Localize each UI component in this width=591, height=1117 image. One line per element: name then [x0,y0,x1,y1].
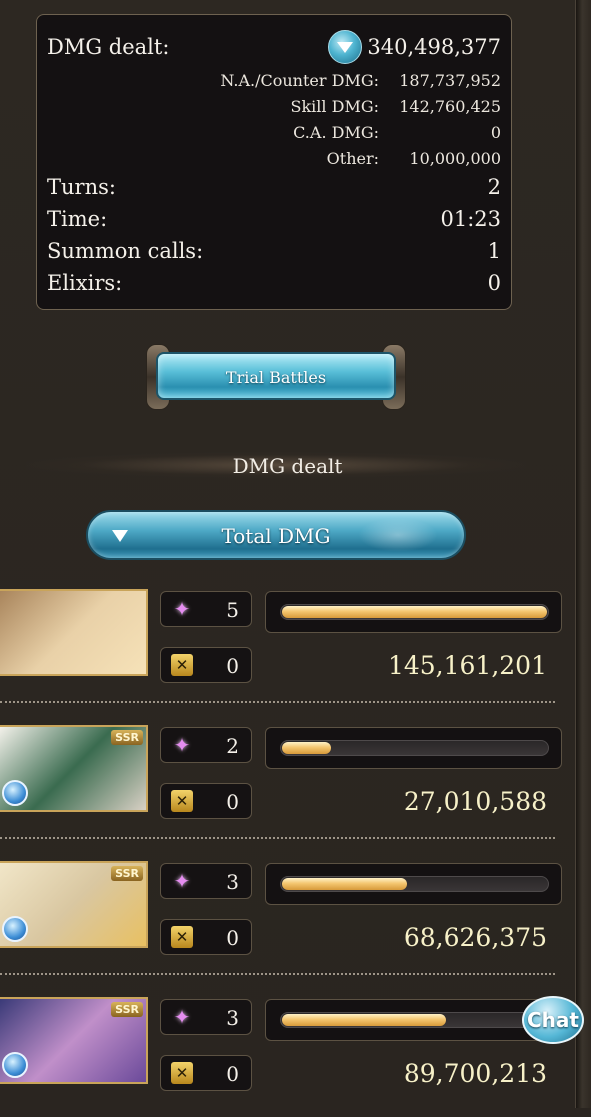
character-row: SSR ✦ 3 ✕ 0 68,626,375 [0,861,575,981]
breakdown-label: Other: [326,149,379,168]
skill-count-pill: ✦ 5 [160,591,252,627]
charge-attack-count-pill: ✕ 0 [160,647,252,683]
ca-count: 0 [226,926,239,950]
character-row: SSR ✦ 2 ✕ 0 27,010,588 [0,725,575,845]
damage-bar-track [280,1012,549,1028]
character-portrait[interactable]: SSR [0,997,148,1084]
ca-count: 0 [226,654,239,678]
damage-share-bar [265,999,562,1041]
skill-count-pill: ✦ 3 [160,999,252,1035]
breakdown-value: 0 [490,123,501,142]
breakdown-value: 142,760,425 [399,97,501,116]
sparkle-icon: ✦ [173,733,191,757]
character-portrait[interactable] [0,589,148,676]
breakdown-value: 187,737,952 [399,71,501,90]
water-element-icon [2,1052,28,1078]
total-dmg-label: DMG dealt: [47,35,170,59]
charge-attack-icon: ✕ [171,790,193,812]
charge-attack-icon: ✕ [171,926,193,948]
elixirs-label: Elixirs: [47,271,123,295]
skill-count: 3 [226,1006,239,1030]
skill-count-pill: ✦ 3 [160,863,252,899]
chat-label: Chat [527,1008,579,1032]
charge-attack-icon: ✕ [171,654,193,676]
battle-summary-box: DMG dealt: 340,498,377 N.A./Counter DMG:… [36,14,512,310]
water-element-icon [2,780,28,806]
trial-battles-label: Trial Battles [225,368,327,387]
row-divider [0,973,555,975]
ca-count: 0 [226,1062,239,1086]
sparkle-icon: ✦ [173,1005,191,1029]
sparkle-icon: ✦ [173,597,191,621]
skill-count: 5 [226,598,239,622]
summon-calls-label: Summon calls: [47,239,204,263]
time-value: 01:23 [440,207,501,231]
breakdown-label: Skill DMG: [290,97,379,116]
breakdown-label: N.A./Counter DMG: [220,71,379,90]
character-row: ✦ 5 ✕ 0 145,161,201 [0,589,575,709]
damage-share-bar [265,727,562,769]
damage-share-bar [265,591,562,633]
trial-battles-button[interactable]: Trial Battles [146,344,406,410]
character-damage-value: 145,161,201 [387,651,547,680]
sort-dropdown-label: Total DMG [221,524,331,548]
rarity-badge: SSR [111,866,143,881]
row-divider [0,837,555,839]
charge-attack-icon: ✕ [171,1062,193,1084]
section-title: DMG dealt [232,454,343,478]
rarity-badge: SSR [111,730,143,745]
sort-dropdown[interactable]: Total DMG [86,510,466,560]
turns-value: 2 [487,175,501,199]
water-element-icon [2,916,28,942]
ca-count: 0 [226,790,239,814]
turns-label: Turns: [47,175,116,199]
rarity-badge: SSR [111,1002,143,1017]
breakdown-label: C.A. DMG: [293,123,379,142]
damage-bar-track [280,876,549,892]
charge-attack-count-pill: ✕ 0 [160,919,252,955]
character-portrait[interactable]: SSR [0,725,148,812]
damage-bar-track [280,740,549,756]
character-damage-value: 27,010,588 [403,787,547,816]
time-label: Time: [47,207,108,231]
damage-bar-track [280,604,549,620]
damage-share-bar [265,863,562,905]
dmg-down-arrow-icon [328,30,362,64]
damage-bar-fill [282,606,547,618]
character-portrait[interactable]: SSR [0,861,148,948]
sparkle-icon: ✦ [173,869,191,893]
character-damage-value: 89,700,213 [403,1059,547,1088]
breakdown-value: 10,000,000 [409,149,501,168]
row-divider [0,701,555,703]
charge-attack-count-pill: ✕ 0 [160,783,252,819]
character-damage-value: 68,626,375 [403,923,547,952]
elixirs-value: 0 [487,271,501,295]
charge-attack-count-pill: ✕ 0 [160,1055,252,1091]
skill-count-pill: ✦ 2 [160,727,252,763]
damage-bar-fill [282,1014,446,1026]
total-dmg-value: 340,498,377 [367,35,501,59]
skill-count: 2 [226,734,239,758]
character-row: SSR ✦ 3 ✕ 0 89,700,213 [0,997,575,1117]
damage-bar-fill [282,878,407,890]
damage-bar-fill [282,742,331,754]
skill-count: 3 [226,870,239,894]
scroll-rail[interactable] [575,0,591,1108]
chat-button[interactable]: Chat [522,996,586,1048]
summon-calls-value: 1 [487,239,501,263]
